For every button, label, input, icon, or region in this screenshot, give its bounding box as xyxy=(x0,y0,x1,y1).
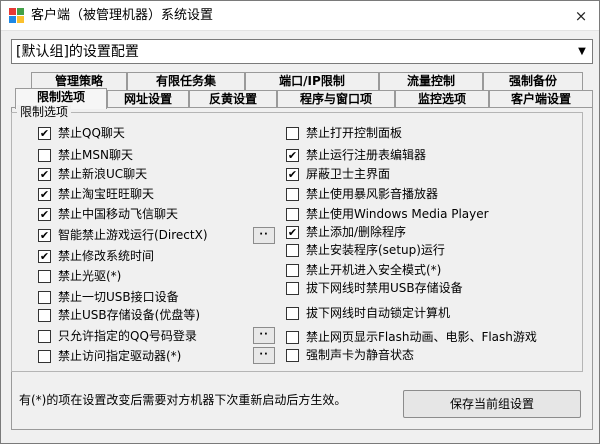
option-label: 禁止MSN聊天 xyxy=(58,148,133,162)
tab-url-settings[interactable]: 网址设置 xyxy=(107,90,189,108)
checkbox[interactable] xyxy=(286,331,299,344)
checkbox[interactable] xyxy=(286,244,299,257)
option-label: 禁止一切USB接口设备 xyxy=(58,290,179,304)
option-label: 屏蔽卫士主界面 xyxy=(306,167,391,181)
option-label: 只允许指定的QQ号码登录 xyxy=(58,329,197,343)
checkbox[interactable] xyxy=(38,330,51,343)
checkbox[interactable]: ✔ xyxy=(286,226,299,239)
tab-monitoring-options[interactable]: 监控选项 xyxy=(395,90,489,108)
profile-dropdown[interactable]: [默认组]的设置配置 ▼ xyxy=(11,39,593,64)
option-label: 拔下网线时禁用USB存储设备 xyxy=(306,281,463,295)
restart-note: 有(*)的项在设置改变后需要对方机器下次重新启动后方生效。 xyxy=(19,393,347,407)
title-bar: 客户端（被管理机器）系统设置 × xyxy=(1,1,599,31)
checkbox[interactable]: ✔ xyxy=(286,149,299,162)
checkbox[interactable]: ✔ xyxy=(38,168,51,181)
checkbox[interactable] xyxy=(38,149,51,162)
checkbox[interactable]: ✔ xyxy=(38,250,51,263)
drives-more-button[interactable]: ·· xyxy=(253,347,275,364)
option-label: 禁止网页显示Flash动画、电影、Flash游戏 xyxy=(306,330,537,344)
checkbox[interactable]: ✔ xyxy=(38,188,51,201)
groupbox-title: 限制选项 xyxy=(17,105,72,119)
checkbox[interactable] xyxy=(38,270,51,283)
checkbox[interactable] xyxy=(286,188,299,201)
tab-client-settings[interactable]: 客户端设置 xyxy=(489,90,593,108)
games-more-button[interactable]: ·· xyxy=(253,227,275,244)
checkbox[interactable]: ✔ xyxy=(38,208,51,221)
option-label: 禁止USB存储设备(优盘等) xyxy=(58,308,200,322)
tab-programs-windows[interactable]: 程序与窗口项 xyxy=(277,90,395,108)
option-label: 禁止访问指定驱动器(*) xyxy=(58,349,182,363)
option-label: 拔下网线时自动锁定计算机 xyxy=(306,306,451,320)
tab-port-ip-limit[interactable]: 端口/IP限制 xyxy=(245,72,379,90)
tab-anti-porn-settings[interactable]: 反黄设置 xyxy=(189,90,277,108)
checkbox[interactable] xyxy=(286,127,299,140)
option-label: 禁止中国移动飞信聊天 xyxy=(58,207,179,221)
checkbox[interactable] xyxy=(286,208,299,221)
option-label: 禁止使用暴风影音播放器 xyxy=(306,187,439,201)
checkbox[interactable] xyxy=(286,264,299,277)
option-label: 禁止光驱(*) xyxy=(58,269,122,283)
option-label: 禁止新浪UC聊天 xyxy=(58,167,148,181)
close-button[interactable]: × xyxy=(569,5,593,27)
option-label: 禁止使用Windows Media Player xyxy=(306,207,489,221)
option-label: 禁止QQ聊天 xyxy=(58,126,125,140)
checkbox[interactable] xyxy=(38,350,51,363)
window-title: 客户端（被管理机器）系统设置 xyxy=(31,8,214,23)
checkbox[interactable]: ✔ xyxy=(38,229,51,242)
option-label: 强制声卡为静音状态 xyxy=(306,348,415,362)
tab-forced-backup[interactable]: 强制备份 xyxy=(483,72,583,90)
app-logo-icon xyxy=(9,8,25,24)
checkbox[interactable] xyxy=(38,309,51,322)
save-group-settings-button[interactable]: 保存当前组设置 xyxy=(403,390,581,418)
option-label: 禁止安装程序(setup)运行 xyxy=(306,243,445,257)
profile-dropdown-value: [默认组]的设置配置 xyxy=(16,44,139,60)
option-label: 禁止开机进入安全模式(*) xyxy=(306,263,442,277)
checkbox[interactable]: ✔ xyxy=(38,127,51,140)
option-label: 禁止运行注册表编辑器 xyxy=(306,148,427,162)
chevron-down-icon[interactable]: ▼ xyxy=(572,40,592,63)
option-label: 禁止修改系统时间 xyxy=(58,249,155,263)
checkbox[interactable] xyxy=(286,307,299,320)
checkbox[interactable] xyxy=(286,349,299,362)
option-label: 禁止打开控制面板 xyxy=(306,126,403,140)
checkbox[interactable]: ✔ xyxy=(286,168,299,181)
settings-window: 客户端（被管理机器）系统设置 × [默认组]的设置配置 ▼ 管理策略 有限任务集… xyxy=(0,0,600,444)
checkbox[interactable] xyxy=(38,291,51,304)
option-label: 智能禁止游戏运行(DirectX) xyxy=(58,228,208,242)
checkbox[interactable] xyxy=(286,282,299,295)
qq-numbers-more-button[interactable]: ·· xyxy=(253,327,275,344)
option-label: 禁止淘宝旺旺聊天 xyxy=(58,187,155,201)
option-label: 禁止添加/删除程序 xyxy=(306,225,407,239)
tab-traffic-control[interactable]: 流量控制 xyxy=(379,72,483,90)
tab-limited-tasks[interactable]: 有限任务集 xyxy=(127,72,245,90)
